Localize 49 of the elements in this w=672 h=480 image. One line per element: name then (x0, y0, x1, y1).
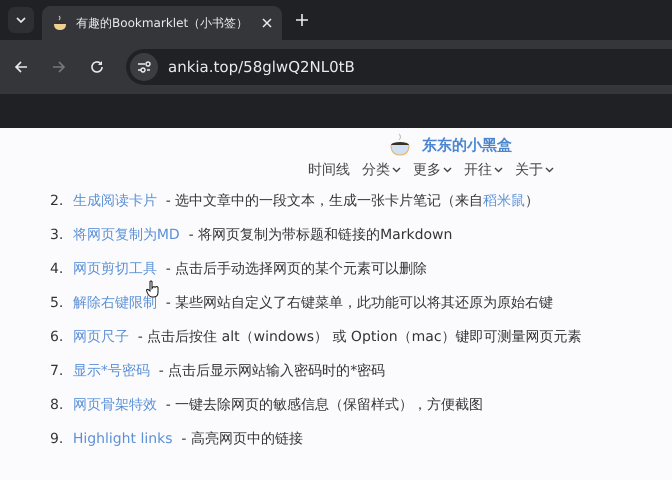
bookmarklet-link[interactable]: 网页尺子 (72, 329, 129, 345)
coffee-cup-icon (52, 15, 68, 31)
nav-menu-item[interactable]: 时间线 (308, 161, 350, 179)
bookmarklet-link[interactable]: 生成阅读卡片 (72, 193, 157, 209)
address-bar[interactable]: ankia.top/58glwQ2NL0tB (126, 49, 672, 85)
list-number: 8. (50, 397, 64, 413)
list-number: 4. (50, 261, 64, 277)
bookmarklet-link[interactable]: Highlight links (72, 431, 173, 447)
url-text: ankia.top/58glwQ2NL0tB (168, 58, 355, 76)
item-description: - 一键去除网页的敏感信息（保留样式），方便截图 (164, 397, 484, 413)
nav-menu-item[interactable]: 更多 (413, 161, 452, 179)
close-icon[interactable] (262, 18, 272, 28)
list-number: 5. (50, 295, 64, 311)
nav-menu-item[interactable]: 分类 (362, 161, 401, 179)
item-description: - 点击后按住 alt（windows） 或 Option（mac）键即可测量网页元素 (136, 329, 582, 345)
bookmarklet-link[interactable]: 将网页复制为MD (72, 227, 180, 243)
source-link[interactable]: 稻米鼠 (483, 193, 526, 209)
nav-menu-item[interactable]: 开往 (464, 161, 503, 179)
list-number: 3. (50, 227, 64, 243)
site-settings-icon[interactable] (130, 53, 158, 81)
list-number: 9. (50, 431, 64, 447)
chevron-down-icon (392, 167, 401, 173)
reload-icon[interactable] (90, 60, 104, 74)
item-description: - 选中文章中的一段文本，生成一张卡片笔记（来自稻米鼠） (164, 193, 540, 209)
new-tab-icon[interactable] (296, 14, 308, 26)
nav-menu-item[interactable]: 关于 (515, 161, 554, 179)
item-description: - 点击后手动选择网页的某个元素可以删除 (164, 261, 428, 277)
bookmarklet-link[interactable]: 显示*号密码 (72, 363, 150, 379)
item-description: - 点击后显示网站输入密码时的*密码 (158, 363, 386, 379)
tab-list-button[interactable] (8, 7, 34, 33)
chevron-down-icon (494, 167, 503, 173)
item-description: - 某些网站自定义了右键菜单，此功能可以将其还原为原始右键 (164, 295, 554, 311)
list-number: 2. (50, 193, 64, 209)
list-number: 7. (50, 363, 64, 379)
coffee-cup-icon (388, 133, 412, 157)
forward-icon[interactable] (52, 60, 66, 74)
chevron-down-icon (443, 167, 452, 173)
browser-tab[interactable]: 有趣的Bookmarklet（小书签） (42, 6, 282, 40)
chevron-down-icon (16, 17, 26, 23)
bookmarklet-link[interactable]: 解除右键限制 (72, 295, 157, 311)
item-description: - 高亮网页中的链接 (180, 431, 303, 447)
bookmarklet-link[interactable]: 网页骨架特效 (72, 397, 157, 413)
item-description: - 将网页复制为带标题和链接的Markdown (188, 227, 452, 243)
bookmarklet-link[interactable]: 网页剪切工具 (72, 261, 157, 277)
tab-title: 有趣的Bookmarklet（小书签） (76, 14, 250, 32)
list-number: 6. (50, 329, 64, 345)
chevron-down-icon (545, 167, 554, 173)
back-icon[interactable] (14, 60, 28, 74)
site-title[interactable]: 东东的小黑盒 (422, 136, 512, 154)
